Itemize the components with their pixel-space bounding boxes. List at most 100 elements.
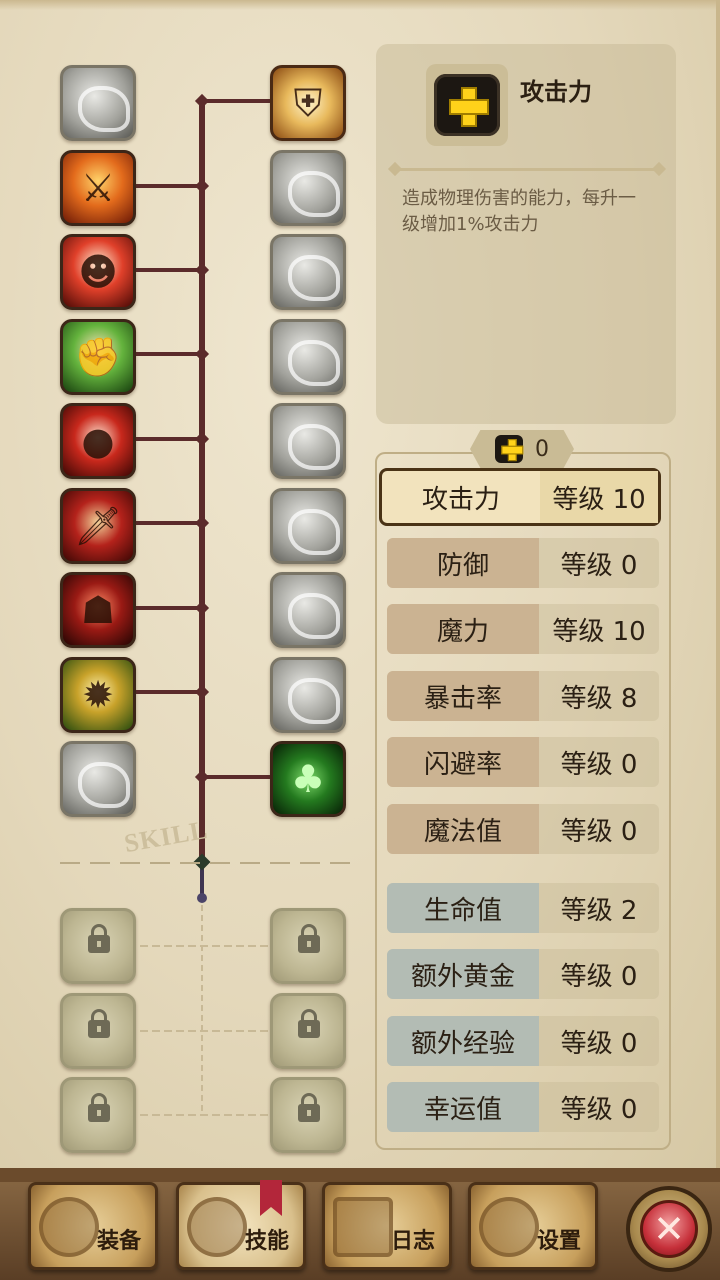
stat-row[interactable]: 暴击率 等级 8	[387, 671, 659, 721]
stat-row[interactable]: 防御 等级 0	[387, 538, 659, 588]
dagger-icon[interactable]: 🗡	[60, 488, 136, 564]
stat-level: 等级 10	[552, 616, 646, 647]
whirlwind-icon[interactable]	[270, 403, 346, 479]
close-icon: ✕	[640, 1200, 698, 1258]
tab-equipment[interactable]: 装备	[28, 1182, 158, 1270]
stat-row[interactable]: 幸运值 等级 0	[387, 1082, 659, 1132]
stat-detail-icon-frame	[426, 64, 508, 146]
stat-row[interactable]: 攻击力 等级 10	[379, 468, 661, 526]
tree-node	[194, 769, 210, 785]
tree-divider	[60, 862, 350, 864]
stat-label: 额外黄金	[387, 949, 539, 999]
fire-burst-icon[interactable]: ✹	[60, 657, 136, 733]
gear-icon	[479, 1197, 539, 1257]
locked-branch	[140, 1030, 270, 1032]
tree-node	[194, 684, 210, 700]
stat-row[interactable]: 生命值 等级 2	[387, 883, 659, 933]
lock-icon	[298, 1009, 320, 1038]
stat-label: 额外经验	[387, 1016, 539, 1066]
locked-trunk	[201, 905, 203, 1115]
skill-tree: SKILL ⚔ ☻ ✊ ● 🗡 ☗ ✹ ⛨ ♣	[0, 0, 370, 1180]
locked-skill-icon[interactable]	[270, 993, 346, 1069]
stat-row[interactable]: 魔力 等级 10	[387, 604, 659, 654]
detail-divider	[392, 168, 662, 171]
tab-label: 技能	[244, 1229, 289, 1254]
available-points-value: 0	[535, 436, 549, 462]
grasp-icon[interactable]	[270, 150, 346, 226]
locked-skill-icon[interactable]	[270, 908, 346, 984]
stat-level: 等级 0	[560, 749, 638, 780]
stat-label: 幸运值	[387, 1082, 539, 1132]
lock-icon	[298, 1093, 320, 1122]
axe-icon	[39, 1197, 99, 1257]
stat-label: 攻击力	[421, 484, 500, 515]
stat-level: 等级 8	[560, 683, 638, 714]
stat-label: 魔力	[387, 604, 539, 654]
stat-detail-title: 攻击力	[520, 78, 592, 106]
stat-level: 等级 0	[560, 550, 638, 581]
tree-node	[194, 431, 210, 447]
stat-row[interactable]: 额外黄金 等级 0	[387, 949, 659, 999]
tab-label: 设置	[536, 1229, 581, 1254]
cross-blades-icon[interactable]	[60, 741, 136, 817]
locked-skill-icon[interactable]	[60, 993, 136, 1069]
rage-roar-icon[interactable]: ☻	[60, 234, 136, 310]
skill-watermark: SKILL	[122, 814, 211, 859]
stat-level: 等级 0	[560, 961, 638, 992]
flex-strength-icon[interactable]: ✊	[60, 319, 136, 395]
tree-end-socket	[197, 893, 207, 903]
stat-level: 等级 0	[560, 816, 638, 847]
branch-left-8	[134, 690, 200, 694]
branch-left-5	[134, 437, 200, 441]
locked-branch	[140, 945, 270, 947]
lock-icon	[88, 1093, 110, 1122]
stat-label: 闪避率	[387, 737, 539, 787]
swift-strike-icon[interactable]	[270, 572, 346, 648]
stat-detail-panel: 攻击力 造成物理伤害的能力，每升一级增加1%攻击力	[376, 44, 676, 424]
branch-left-6	[134, 521, 200, 525]
stat-row[interactable]: 额外经验 等级 0	[387, 1016, 659, 1066]
branch-left-2	[134, 184, 200, 188]
tree-trunk	[199, 100, 205, 862]
tree-node	[194, 93, 210, 109]
lucky-clover-icon[interactable]: ♣	[270, 741, 346, 817]
yellow-plus-icon	[434, 74, 500, 136]
tab-journal[interactable]: 日志	[322, 1182, 452, 1270]
blood-strike-icon[interactable]: ●	[60, 403, 136, 479]
branch-right-9	[205, 775, 271, 779]
locked-skill-icon[interactable]	[270, 1077, 346, 1153]
shadow-assassin-icon[interactable]: ☗	[60, 572, 136, 648]
locked-skill-icon[interactable]	[60, 1077, 136, 1153]
stat-row[interactable]: 闪避率 等级 0	[387, 737, 659, 787]
locked-branch	[140, 1114, 270, 1116]
close-button[interactable]: ✕	[626, 1186, 712, 1272]
branch-right-1	[205, 99, 271, 103]
branch-left-7	[134, 606, 200, 610]
eye-icon[interactable]	[270, 488, 346, 564]
branch-left-4	[134, 352, 200, 356]
bubble-icon[interactable]	[270, 657, 346, 733]
stat-level: 等级 0	[560, 1028, 638, 1059]
available-points-badge: 0	[470, 430, 574, 468]
yellow-plus-icon	[495, 435, 524, 463]
tree-node	[194, 515, 210, 531]
tab-settings[interactable]: 设置	[468, 1182, 598, 1270]
stat-level: 等级 10	[540, 471, 658, 523]
stat-row[interactable]: 魔法值 等级 0	[387, 804, 659, 854]
flame-slash-icon[interactable]: ⚔	[60, 150, 136, 226]
stat-label: 防御	[387, 538, 539, 588]
locked-skill-icon[interactable]	[60, 908, 136, 984]
skill-rune-icon	[187, 1197, 247, 1257]
tree-node	[194, 346, 210, 362]
lock-icon	[88, 1009, 110, 1038]
holy-shield-icon[interactable]: ⛨	[270, 65, 346, 141]
lightning-icon[interactable]	[270, 234, 346, 310]
tab-label: 装备	[96, 1229, 141, 1254]
branch-left-3	[134, 268, 200, 272]
journal-icon	[333, 1197, 393, 1257]
tab-skills[interactable]: 技能	[176, 1182, 306, 1270]
slash-skill-icon[interactable]	[60, 65, 136, 141]
stat-level: 等级 0	[560, 1094, 638, 1125]
stat-label: 暴击率	[387, 671, 539, 721]
tumble-icon[interactable]	[270, 319, 346, 395]
